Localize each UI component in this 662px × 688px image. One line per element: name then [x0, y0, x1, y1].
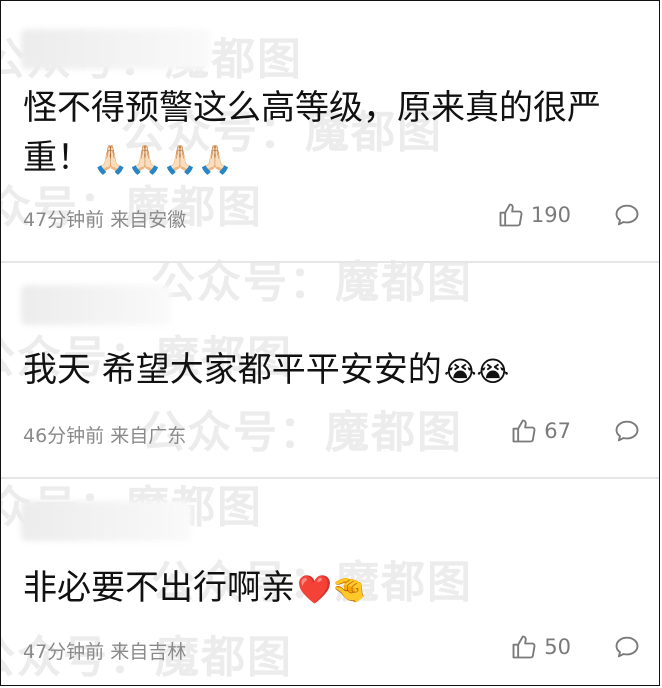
like-button[interactable]: 190	[497, 201, 571, 229]
comment-time: 46分钟前	[23, 425, 105, 447]
comment-item: 怪不得预警这么高等级，原来真的很严重！🙏🏻🙏🏻🙏🏻🙏🏻 47分钟前 来自安徽 1…	[1, 1, 659, 259]
comment-actions: 67	[510, 417, 641, 445]
comment-text: 怪不得预警这么高等级，原来真的很严重！🙏🏻🙏🏻🙏🏻🙏🏻	[23, 83, 629, 185]
comment-bubble-icon[interactable]	[613, 633, 641, 661]
comment-meta: 46分钟前 来自广东	[23, 421, 186, 448]
like-count: 190	[530, 203, 571, 227]
like-count: 50	[544, 635, 571, 659]
like-button[interactable]: 67	[510, 417, 571, 445]
comment-location: 来自吉林	[110, 641, 187, 663]
comment-item: 我天 希望大家都平平安安的😭😭 46分钟前 来自广东 67	[1, 263, 659, 475]
comment-location: 来自广东	[110, 425, 187, 447]
like-button[interactable]: 50	[510, 633, 571, 661]
comment-body: 我天 希望大家都平平安安的	[23, 350, 442, 390]
comment-list: 公众号：魔都图 公众号：魔都图 公众号：魔都图 公众号：魔都图 公众号：魔都图 …	[0, 0, 660, 686]
blurred-username	[21, 285, 171, 325]
comment-bubble-icon[interactable]	[613, 201, 641, 229]
comment-time: 47分钟前	[23, 209, 105, 231]
comment-bubble-icon[interactable]	[613, 417, 641, 445]
emoji: 🙏🏻🙏🏻🙏🏻🙏🏻	[93, 143, 233, 176]
comment-meta: 47分钟前 来自吉林	[23, 637, 186, 664]
thumbs-up-icon	[497, 201, 525, 229]
comment-text: 非必要不出行啊亲❤️🤏	[23, 563, 629, 615]
comment-actions: 190	[497, 201, 641, 229]
blurred-username	[21, 501, 191, 541]
comment-time: 47分钟前	[23, 641, 105, 663]
comment-item: 非必要不出行啊亲❤️🤏 47分钟前 来自吉林 50	[1, 479, 659, 685]
comment-text: 我天 希望大家都平平安安的😭😭	[23, 345, 629, 397]
blurred-username	[21, 29, 211, 69]
emoji: 😭😭	[443, 355, 510, 388]
comment-location: 来自安徽	[110, 209, 187, 231]
thumbs-up-icon	[510, 633, 538, 661]
emoji: ❤️🤏	[297, 573, 367, 606]
thumbs-up-icon	[510, 417, 538, 445]
comment-actions: 50	[510, 633, 641, 661]
comment-meta: 47分钟前 来自安徽	[23, 205, 186, 232]
comment-body: 非必要不出行啊亲	[23, 568, 295, 608]
like-count: 67	[544, 419, 571, 443]
